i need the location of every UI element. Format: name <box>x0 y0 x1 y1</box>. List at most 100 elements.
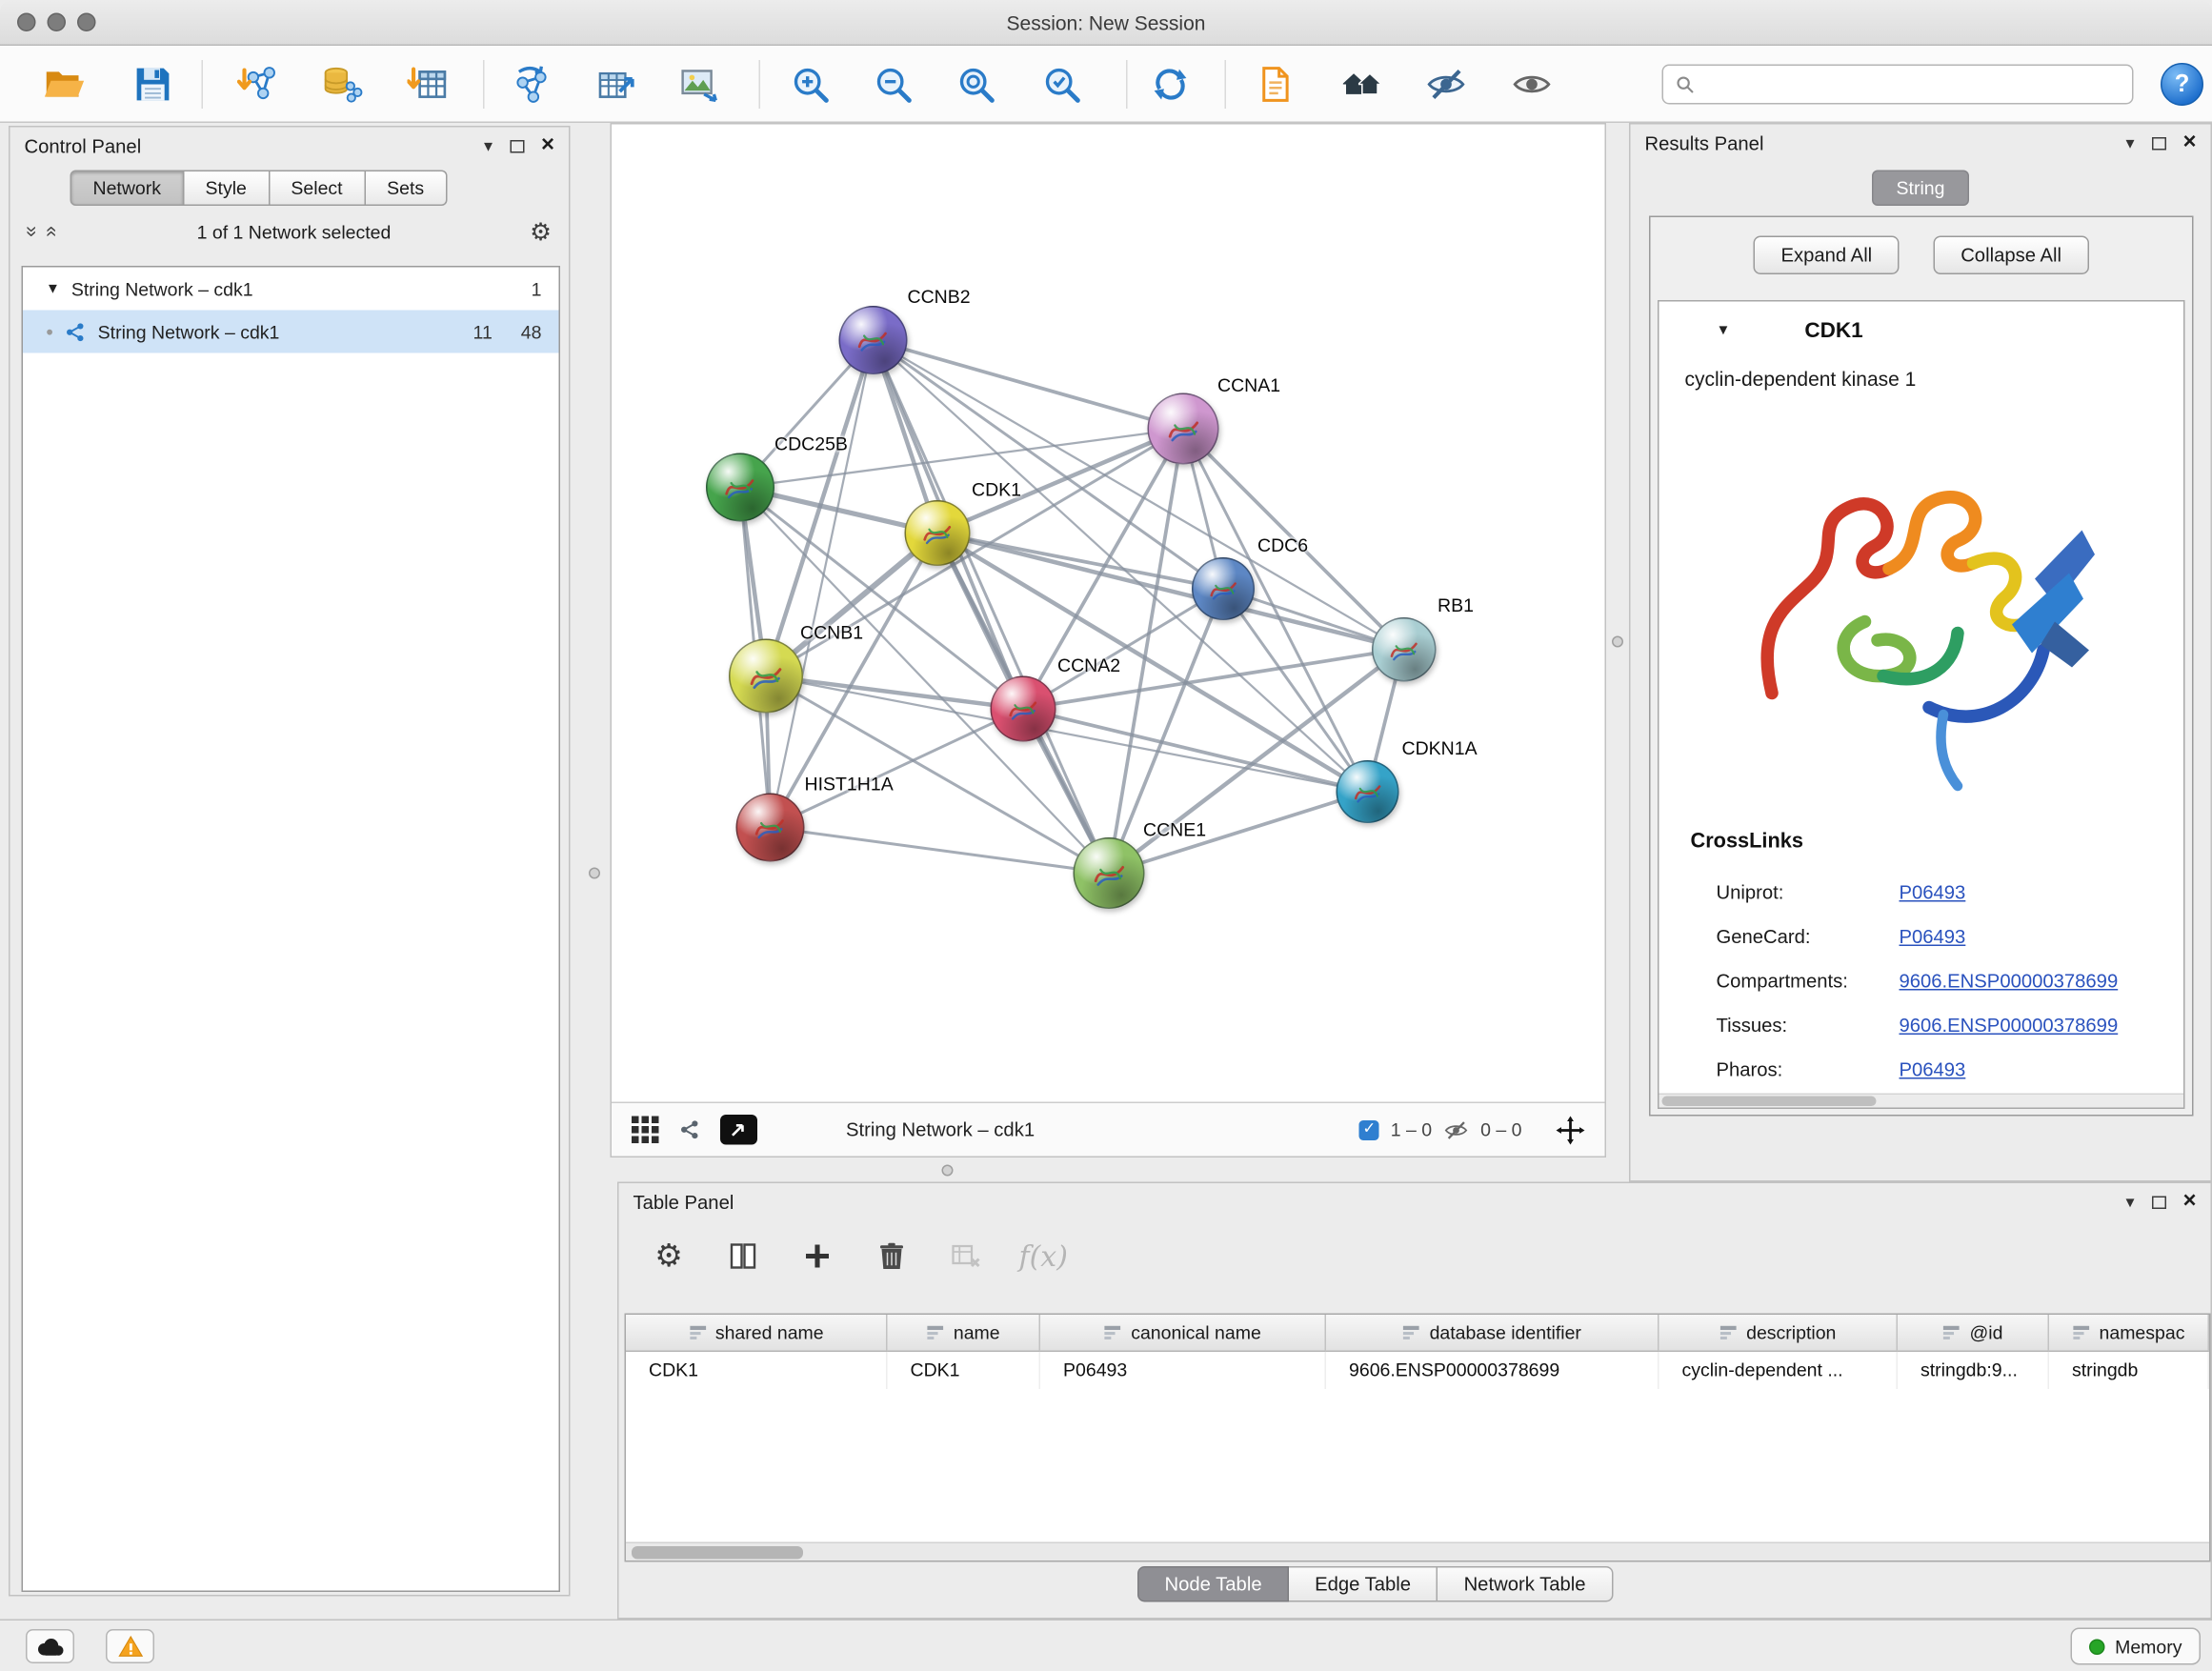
panel-close-icon[interactable]: × <box>541 134 554 157</box>
create-column-button[interactable] <box>796 1235 839 1278</box>
import-network-from-database-button[interactable] <box>316 59 368 111</box>
network-node-label: CCNA1 <box>1217 374 1280 396</box>
network-options-gear-icon[interactable]: ⚙ <box>530 219 552 244</box>
network-node-cdc6[interactable] <box>1192 557 1255 620</box>
table-cell[interactable]: CDK1 <box>888 1352 1041 1389</box>
home-view-button[interactable] <box>1337 59 1388 111</box>
fit-content-icon[interactable] <box>1557 1116 1585 1144</box>
panel-close-icon[interactable]: × <box>2182 131 2196 154</box>
export-image-button[interactable] <box>674 59 725 111</box>
panel-float-icon[interactable] <box>510 139 524 152</box>
tab-style[interactable]: Style <box>184 171 270 207</box>
splitter-handle[interactable] <box>1612 636 1623 648</box>
expand-all-button[interactable]: Expand All <box>1754 236 1900 275</box>
save-session-button[interactable] <box>128 59 179 111</box>
zoom-in-button[interactable] <box>785 59 836 111</box>
table-cell[interactable]: stringdb:9... <box>1898 1352 2049 1389</box>
crosslink-link[interactable]: P06493 <box>1900 926 1966 948</box>
zoom-fit-button[interactable] <box>951 59 1002 111</box>
new-table-button[interactable] <box>589 59 640 111</box>
table-cell[interactable]: CDK1 <box>626 1352 888 1389</box>
column-header--id[interactable]: @id <box>1898 1315 2049 1352</box>
column-header-shared-name[interactable]: shared name <box>626 1315 888 1352</box>
network-share-icon[interactable] <box>679 1119 701 1141</box>
import-network-from-file-button[interactable] <box>233 59 285 111</box>
collapse-all-button[interactable]: Collapse All <box>1934 236 2089 275</box>
column-header-name[interactable]: name <box>888 1315 1041 1352</box>
network-node-cdk1[interactable] <box>905 500 971 566</box>
scrollbar-thumb[interactable] <box>632 1546 803 1560</box>
zoom-selected-button[interactable] <box>1036 59 1088 111</box>
network-node-ccna2[interactable] <box>991 676 1056 742</box>
gene-header-row[interactable]: ▼ CDK1 <box>1659 319 2184 344</box>
results-horizontal-scrollbar[interactable] <box>1659 1094 2184 1108</box>
table-settings-gear-icon[interactable]: ⚙ <box>648 1235 691 1278</box>
panel-menu-chevron-icon[interactable]: ▾ <box>2125 134 2134 151</box>
warnings-button[interactable] <box>106 1629 154 1663</box>
network-row-selected[interactable]: ● String Network – cdk1 11 48 <box>23 311 559 353</box>
crosslink-link[interactable]: P06493 <box>1900 1059 1966 1081</box>
tab-sets[interactable]: Sets <box>366 171 448 207</box>
tab-network[interactable]: Network <box>70 171 185 207</box>
table-panel-header: Table Panel ▾ × <box>619 1183 2211 1220</box>
crosslink-link[interactable]: 9606.ENSP00000378699 <box>1900 971 2119 993</box>
scrollbar-thumb[interactable] <box>1662 1097 1877 1107</box>
help-button[interactable]: ? <box>2161 63 2203 106</box>
network-node-ccne1[interactable] <box>1074 837 1145 909</box>
panel-float-icon[interactable] <box>2151 136 2165 150</box>
splitter-handle[interactable] <box>942 1165 954 1177</box>
network-node-hist1h1a[interactable] <box>736 794 805 862</box>
tab-node-table[interactable]: Node Table <box>1137 1566 1289 1602</box>
network-node-ccnb1[interactable] <box>729 639 803 714</box>
crosslink-link[interactable]: P06493 <box>1900 882 1966 904</box>
delete-column-button[interactable] <box>871 1235 914 1278</box>
panel-close-icon[interactable]: × <box>2182 1191 2196 1214</box>
hide-glass-effect-button[interactable] <box>1420 59 1472 111</box>
column-header-namespac[interactable]: namespac <box>2049 1315 2209 1352</box>
table-cell[interactable]: 9606.ENSP00000378699 <box>1326 1352 1659 1389</box>
grid-view-icon[interactable] <box>632 1117 659 1144</box>
memory-button[interactable]: Memory <box>2071 1628 2201 1665</box>
birdseye-toggle-button[interactable] <box>720 1115 757 1145</box>
tab-network-table[interactable]: Network Table <box>1438 1566 1613 1602</box>
gene-collapse-icon[interactable]: ▼ <box>1717 323 1731 339</box>
column-header-database-identifier[interactable]: database identifier <box>1326 1315 1659 1352</box>
table-cell[interactable]: P06493 <box>1040 1352 1326 1389</box>
show-structures-button[interactable] <box>1506 59 1558 111</box>
table-cell[interactable]: stringdb <box>2049 1352 2209 1389</box>
panel-float-icon[interactable] <box>2151 1196 2165 1209</box>
panel-menu-chevron-icon[interactable]: ▾ <box>484 137 493 154</box>
tab-select[interactable]: Select <box>270 171 366 207</box>
network-node-ccnb2[interactable] <box>839 306 908 374</box>
new-network-from-selection-button[interactable] <box>506 59 557 111</box>
selected-checkbox-icon[interactable]: ✓ <box>1359 1119 1379 1139</box>
string-results-tab[interactable]: String <box>1872 171 1969 207</box>
splitter-handle[interactable] <box>589 868 600 879</box>
column-header-description[interactable]: description <box>1659 1315 1899 1352</box>
import-table-from-file-button[interactable] <box>403 59 454 111</box>
zoom-out-button[interactable] <box>868 59 919 111</box>
string-results-box: Expand All Collapse All ▼ CDK1 cyclin-de… <box>1649 216 2194 1117</box>
reapply-layout-button[interactable] <box>1145 59 1196 111</box>
column-header-canonical-name[interactable]: canonical name <box>1040 1315 1326 1352</box>
tab-edge-table[interactable]: Edge Table <box>1289 1566 1438 1602</box>
expand-all-icon[interactable]: « <box>43 226 63 237</box>
open-session-button[interactable] <box>39 59 90 111</box>
report-document-button[interactable] <box>1249 59 1300 111</box>
network-canvas[interactable]: CCNB2CCNA1CDC25BCDK1CDC6RB1CCNB1CCNA2CDK… <box>612 125 1605 1102</box>
network-collection-row[interactable]: ▼ String Network – cdk1 1 <box>23 268 559 311</box>
network-node-cdkn1a[interactable] <box>1337 760 1399 823</box>
memory-label: Memory <box>2115 1636 2182 1658</box>
panel-menu-chevron-icon[interactable]: ▾ <box>2125 1194 2134 1211</box>
collapse-all-icon[interactable]: » <box>23 226 43 237</box>
network-node-rb1[interactable] <box>1371 616 1436 681</box>
table-horizontal-scrollbar[interactable] <box>626 1542 2209 1561</box>
select-columns-button[interactable] <box>722 1235 765 1278</box>
network-node-ccna1[interactable] <box>1148 393 1219 465</box>
tree-expanded-icon[interactable]: ▼ <box>46 281 60 297</box>
table-cell[interactable]: cyclin-dependent ... <box>1659 1352 1899 1389</box>
network-node-cdc25b[interactable] <box>706 453 774 522</box>
crosslink-link[interactable]: 9606.ENSP00000378699 <box>1900 1015 2119 1037</box>
search-input[interactable] <box>1705 73 2122 95</box>
cloud-status-button[interactable] <box>26 1629 74 1663</box>
